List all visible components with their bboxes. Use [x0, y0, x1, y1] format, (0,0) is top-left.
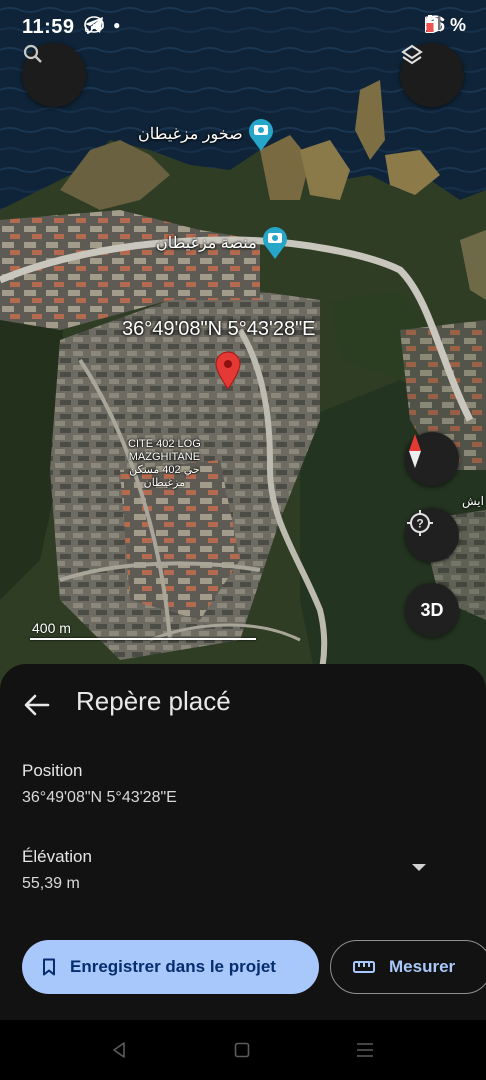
system-navigation-bar — [0, 1020, 486, 1080]
place-label: CITE 402 LOG MAZGHITANE حي 402 مسكن مزغي… — [128, 438, 201, 489]
elevation-value: 55,39 m — [22, 875, 80, 892]
measure-button[interactable]: Mesurer — [330, 940, 486, 994]
position-label: Position — [22, 761, 83, 780]
position-value[interactable]: 36°49'08"N 5°43'28"E — [22, 789, 177, 807]
notification-dot-icon: ● — [113, 17, 121, 32]
location-pin-icon[interactable] — [214, 350, 242, 390]
status-time: 11:59 — [22, 16, 75, 38]
sheet-title: Repère placé — [76, 686, 231, 716]
svg-text:?: ? — [416, 517, 423, 531]
3d-toggle-button[interactable]: 3D — [405, 583, 459, 637]
bookmark-icon — [43, 958, 55, 976]
nav-home-icon[interactable] — [234, 1042, 250, 1058]
layers-icon — [401, 44, 423, 65]
my-location-button[interactable]: ? — [405, 508, 459, 562]
edge-map-label: ايش — [462, 494, 484, 508]
compass-icon — [409, 434, 421, 468]
camera-poi-icon[interactable] — [247, 116, 275, 152]
placemark-sheet: Repère placé Position 36°49'08"N 5°43'28… — [0, 664, 486, 1020]
battery-icon — [424, 15, 435, 33]
search-icon — [23, 44, 42, 63]
location-target-icon: ? — [407, 510, 433, 536]
pin-coordinates-label: 36°49'08"N 5°43'28"E — [122, 318, 316, 340]
expand-dropdown-icon[interactable] — [412, 864, 426, 871]
map-layers-button[interactable] — [400, 43, 464, 107]
nav-back-icon[interactable] — [110, 1041, 128, 1059]
telegram-icon — [85, 17, 103, 33]
save-to-project-button[interactable]: Enregistrer dans le projet — [22, 940, 319, 994]
back-arrow-icon[interactable] — [22, 690, 52, 720]
camera-poi-icon[interactable] — [261, 224, 289, 260]
measure-button-label: Mesurer — [389, 957, 456, 976]
elevation-label: Élévation — [22, 847, 92, 866]
search-button[interactable] — [22, 43, 86, 107]
save-button-label: Enregistrer dans le projet — [70, 957, 276, 976]
poi-label-rocks[interactable]: صخور مزغيطان — [138, 124, 243, 144]
compass-button[interactable] — [405, 432, 459, 486]
map-scale-label: 400 m — [32, 620, 71, 636]
satellite-map[interactable]: 11:59 نص ● 56 % صخور مزغيطان منصة مزغيطا… — [0, 0, 486, 700]
ruler-icon — [353, 961, 375, 973]
nav-recents-icon[interactable] — [356, 1042, 374, 1058]
map-scale-bar — [30, 638, 256, 640]
poi-label-platform[interactable]: منصة مزغيطان — [156, 233, 257, 253]
